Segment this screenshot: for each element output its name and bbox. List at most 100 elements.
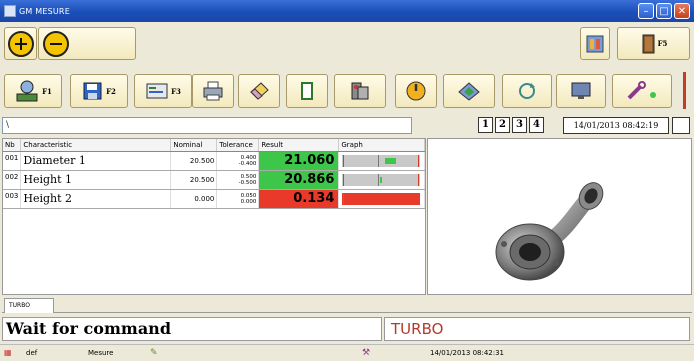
part-name-display: TURBO: [384, 317, 690, 341]
operator-icon: [16, 80, 38, 102]
maximize-button[interactable]: □: [656, 3, 672, 19]
row-tolerance: 0.500 -0.500: [216, 170, 260, 190]
tab-strip: TURBO: [2, 298, 692, 313]
tools-icon: [627, 81, 656, 100]
calibrate-button[interactable]: [443, 74, 495, 108]
grid-icon: ▦: [4, 348, 12, 357]
zoom-in-button[interactable]: [4, 27, 37, 60]
status-square[interactable]: [672, 117, 690, 134]
lower-limit-line: [343, 192, 345, 205]
nominal-line: [378, 154, 380, 167]
minimize-icon: –: [643, 5, 649, 17]
col-result[interactable]: Result: [258, 139, 340, 152]
page-4-button[interactable]: 4: [529, 117, 544, 133]
close-icon: ✕: [677, 5, 687, 17]
tools-status-icon[interactable]: ⚒: [362, 345, 370, 361]
sync-button[interactable]: [502, 74, 552, 108]
row-nominal: 20.500: [170, 170, 218, 190]
maximize-icon: □: [659, 5, 669, 17]
erase-button[interactable]: [238, 74, 280, 108]
f2-button[interactable]: F2: [70, 74, 128, 108]
lower-limit-line: [343, 173, 345, 186]
col-tolerance[interactable]: Tolerance: [216, 139, 260, 152]
row-characteristic: Diameter 1: [20, 151, 172, 171]
monitor-button[interactable]: [556, 74, 606, 108]
page-1-button[interactable]: 1: [478, 117, 493, 133]
turbo-housing-image: [495, 182, 604, 281]
col-graph[interactable]: Graph: [338, 139, 425, 152]
f1-button[interactable]: F1: [4, 74, 62, 108]
table-header-row: Nb Characteristic Nominal Tolerance Resu…: [3, 139, 425, 152]
f3-label: F3: [171, 86, 181, 96]
result-marker: [385, 157, 396, 164]
table-row[interactable]: 001 Diameter 1 20.500 0.400 -0.400 21.060: [3, 151, 425, 171]
minimize-button[interactable]: –: [638, 3, 654, 19]
tab-turbo[interactable]: TURBO: [4, 298, 54, 313]
status-user: def: [26, 349, 38, 357]
row-tolerance: 0.050 0.000: [216, 189, 260, 209]
config-button[interactable]: [580, 27, 610, 60]
col-characteristic[interactable]: Characteristic: [20, 139, 172, 152]
row-result: 0.134: [258, 189, 340, 209]
page-2-button[interactable]: 2: [495, 117, 510, 133]
window-title: GM MESURE: [19, 6, 70, 16]
table-row[interactable]: 002 Height 1 20.500 0.500 -0.500 20.866: [3, 170, 425, 190]
tolerance-gauge: [342, 154, 420, 167]
message-display: Wait for command: [2, 317, 382, 341]
title-bar: GM MESURE – □ ✕: [0, 0, 694, 22]
measure-tool-button[interactable]: [334, 74, 386, 108]
status-mode: Mesure: [88, 349, 114, 357]
measure-tool-icon: [351, 82, 369, 100]
zoom-out-button[interactable]: [38, 27, 136, 60]
power-button[interactable]: [395, 74, 437, 108]
printer-icon: [203, 81, 223, 101]
exit-button[interactable]: F5: [617, 27, 690, 60]
config-icon: [586, 35, 604, 52]
result-marker: [379, 176, 382, 183]
tolerance-gauge: [342, 192, 420, 205]
row-result: 21.060: [258, 151, 340, 171]
datetime-display: 14/01/2013 08:42:19: [563, 117, 669, 134]
calibrate-icon: [458, 82, 480, 101]
minus-circle-icon: [43, 30, 69, 57]
page-3-button[interactable]: 3: [512, 117, 527, 133]
row-characteristic: Height 2: [20, 189, 172, 209]
power-icon: [406, 81, 426, 101]
measurement-table: Nb Characteristic Nominal Tolerance Resu…: [2, 138, 426, 295]
row-graph: [338, 170, 425, 190]
eraser-icon: [250, 82, 269, 100]
sync-icon: [519, 83, 535, 99]
plus-circle-icon: [7, 30, 34, 57]
row-nominal: 20.500: [170, 151, 218, 171]
tol-minus: -0.500: [238, 179, 257, 186]
table-row[interactable]: 003 Height 2 0.000 0.050 0.000 0.134: [3, 189, 425, 209]
monitor-icon: [571, 82, 591, 99]
status-datetime: 14/01/2013 08:42:31: [430, 349, 505, 357]
f1-label: F1: [42, 86, 52, 96]
row-result: 20.866: [258, 170, 340, 190]
save-icon: [83, 82, 102, 100]
pencil-icon[interactable]: ✎: [150, 345, 158, 361]
path-field[interactable]: \: [2, 117, 412, 134]
tol-minus: -0.400: [238, 160, 257, 167]
row-graph: [338, 189, 425, 209]
page-selector: 1 2 3 4: [478, 117, 544, 133]
col-nb[interactable]: Nb: [3, 139, 22, 152]
exit-label: F5: [657, 39, 668, 48]
tol-minus: 0.000: [240, 198, 257, 205]
exit-door-icon: [642, 34, 655, 53]
tools-button[interactable]: [612, 74, 672, 108]
f3-button[interactable]: F3: [134, 74, 192, 108]
battery-button[interactable]: [286, 74, 328, 108]
alert-indicator: [683, 72, 686, 109]
col-nominal[interactable]: Nominal: [170, 139, 218, 152]
app-icon: [4, 5, 16, 17]
close-button[interactable]: ✕: [674, 3, 690, 19]
row-nominal: 0.000: [170, 189, 218, 209]
print-button[interactable]: [192, 74, 234, 108]
row-nb: 001: [3, 151, 22, 171]
tolerance-gauge: [342, 173, 420, 186]
part-image-panel: [427, 138, 692, 295]
f2-label: F2: [106, 86, 116, 96]
battery-icon: [301, 82, 313, 100]
